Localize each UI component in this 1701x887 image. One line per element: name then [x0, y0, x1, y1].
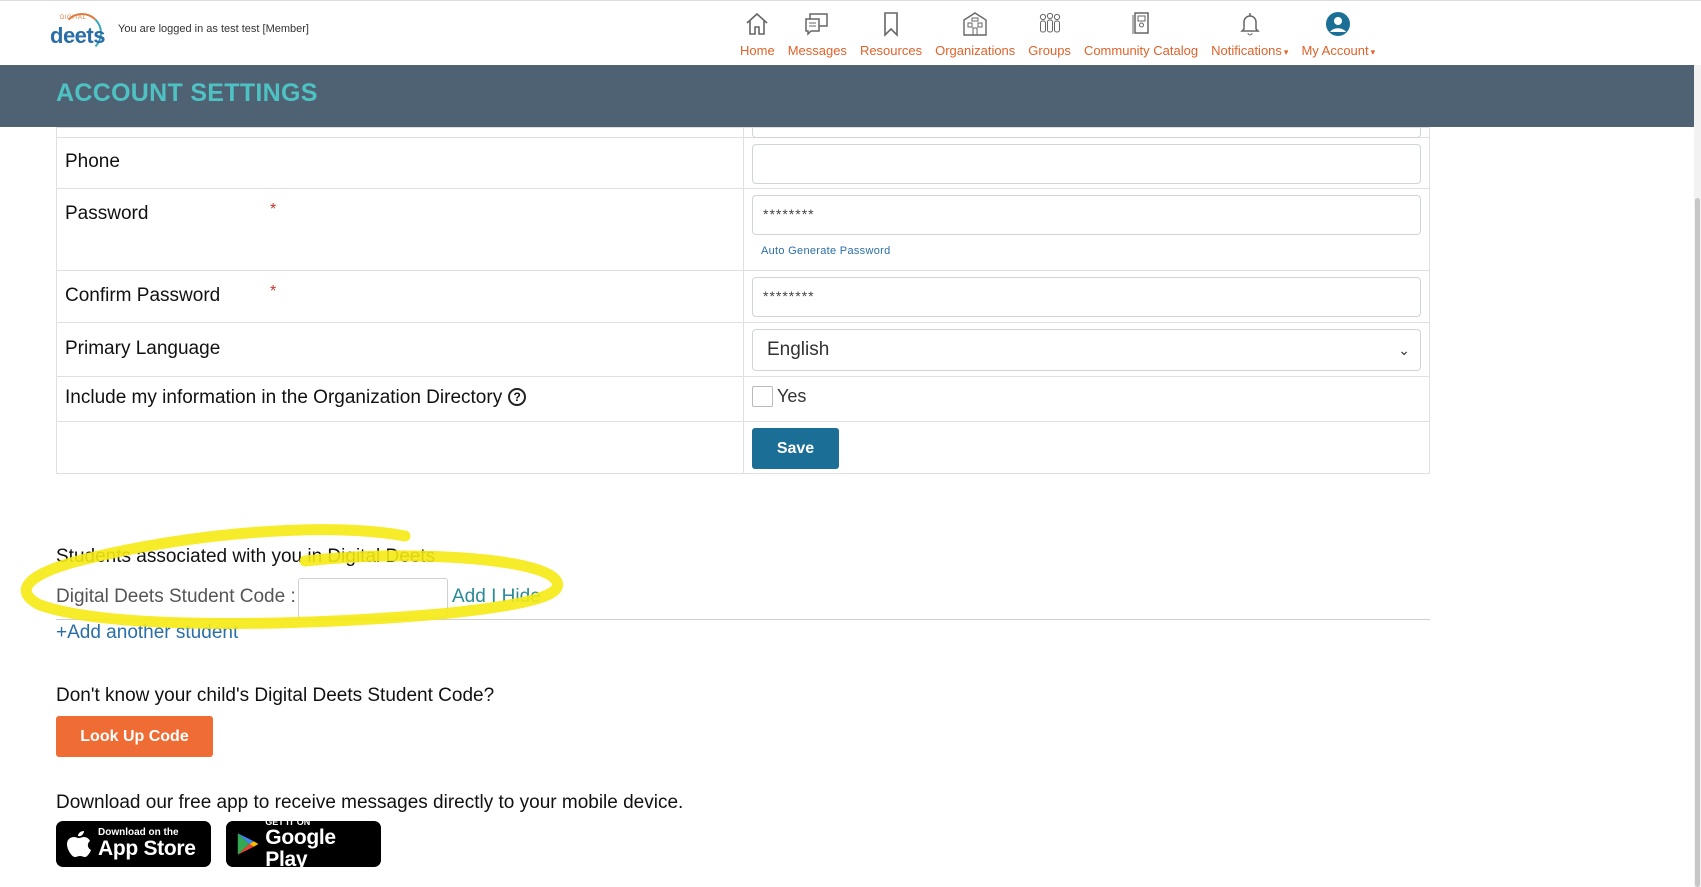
bell-icon: [1239, 13, 1260, 36]
phone-input[interactable]: [752, 144, 1421, 184]
form-row-confirm-password: Confirm Password * ********: [57, 270, 1429, 322]
google-play-badge[interactable]: GET IT ON Google Play: [226, 817, 381, 871]
directory-label-cell: Include my information in the Organizati…: [57, 377, 744, 421]
building-icon: [963, 12, 987, 36]
primary-language-label: Primary Language: [57, 323, 744, 376]
nav-resources[interactable]: Resources: [860, 9, 922, 61]
add-hide-link[interactable]: Add I Hide: [452, 586, 541, 608]
nav-label: Notifications ▾: [1211, 43, 1289, 58]
password-label-cell: Password *: [57, 189, 744, 270]
messages-icon: [805, 13, 829, 36]
students-section-title: Students associated with you in Digital …: [56, 546, 436, 567]
divider: [56, 619, 1430, 620]
auto-generate-password-link[interactable]: Auto Generate Password: [761, 245, 1421, 257]
home-icon: [746, 12, 768, 35]
groups-icon: [1039, 12, 1060, 33]
user-icon: [1326, 12, 1351, 36]
password-label: Password: [65, 203, 149, 224]
primary-language-select[interactable]: English ⌄: [752, 329, 1421, 371]
top-nav-bar: DIGITAL deets You are logged in as test …: [0, 0, 1701, 65]
nav-my-account[interactable]: My Account ▾: [1301, 9, 1375, 61]
save-button[interactable]: Save: [752, 428, 839, 469]
cell-partial-input: [744, 128, 1429, 138]
directory-checkbox[interactable]: [752, 386, 773, 407]
add-another-student-link[interactable]: +Add another student: [56, 622, 238, 644]
account-settings-form: Phone Password * ******** Auto Generate …: [56, 127, 1430, 474]
partial-input-field[interactable]: [752, 128, 1421, 138]
form-row-directory: Include my information in the Organizati…: [57, 376, 1429, 421]
google-play-icon: [237, 833, 259, 855]
nav-label: Groups: [1028, 43, 1071, 58]
student-code-input[interactable]: [298, 578, 448, 618]
caret-down-icon: ▾: [1283, 47, 1289, 57]
nav-label: Resources: [859, 43, 923, 58]
digital-deets-logo[interactable]: DIGITAL deets: [48, 13, 108, 57]
cell-empty: [57, 422, 744, 473]
apple-icon: [67, 831, 91, 857]
bookmark-icon: [884, 12, 898, 37]
form-row-save: Save: [57, 421, 1429, 473]
dont-know-code-text: Don't know your child's Digital Deets St…: [56, 685, 495, 706]
form-row-phone: Phone: [57, 137, 1429, 188]
scrollbar-thumb[interactable]: [1695, 198, 1700, 887]
nav-organizations[interactable]: Organizations: [935, 9, 1015, 61]
look-up-code-button[interactable]: Look Up Code: [56, 716, 213, 757]
phone-label: Phone: [57, 138, 744, 188]
nav-community-catalog[interactable]: Community Catalog: [1084, 9, 1198, 61]
page-title: ACCOUNT SETTINGS: [56, 79, 318, 107]
help-icon[interactable]: ?: [508, 388, 527, 406]
download-app-text: Download our free app to receive message…: [56, 792, 684, 813]
nav-groups[interactable]: Groups: [1028, 9, 1071, 61]
page-header-band: ACCOUNT SETTINGS: [0, 65, 1694, 127]
required-marker: *: [270, 283, 277, 300]
directory-label: Include my information in the Organizati…: [65, 387, 503, 408]
caret-down-icon: ▾: [1370, 47, 1376, 57]
form-row-language: Primary Language English ⌄: [57, 322, 1429, 376]
nav-notifications[interactable]: Notifications ▾: [1211, 9, 1288, 61]
chevron-down-icon: ⌄: [1398, 342, 1410, 358]
student-code-label: Digital Deets Student Code :: [56, 586, 296, 607]
nav-label: Organizations: [935, 43, 1016, 58]
main-nav: Home Messages Resources Organizations Gr…: [740, 9, 1388, 61]
nav-messages[interactable]: Messages: [788, 9, 847, 61]
confirm-password-label: Confirm Password: [65, 285, 221, 306]
nav-label: Community Catalog: [1083, 43, 1199, 58]
cell-empty: [57, 128, 744, 137]
form-row-partial: [57, 127, 1429, 138]
logged-in-status: You are logged in as test test [Member]: [118, 23, 309, 35]
password-input[interactable]: ********: [752, 195, 1421, 235]
logo-small-text: DIGITAL: [60, 15, 87, 21]
directory-checkbox-label: Yes: [777, 386, 807, 406]
catalog-icon: [1132, 12, 1149, 34]
form-row-password: Password * ******** Auto Generate Passwo…: [57, 188, 1429, 270]
nav-label: Messages: [787, 43, 847, 58]
nav-label: My Account ▾: [1301, 43, 1376, 58]
nav-label: Home: [740, 43, 775, 58]
app-store-bottom-text: App Store: [98, 837, 196, 860]
confirm-password-label-cell: Confirm Password *: [57, 271, 744, 322]
confirm-password-input[interactable]: ********: [752, 277, 1421, 317]
nav-home[interactable]: Home: [740, 9, 775, 61]
required-marker: *: [270, 201, 277, 218]
app-store-badge[interactable]: Download on the App Store: [56, 821, 211, 867]
selected-language: English: [767, 339, 830, 360]
logo-big-text: deets: [50, 23, 105, 48]
google-play-bottom-text: Google Play: [265, 826, 336, 871]
